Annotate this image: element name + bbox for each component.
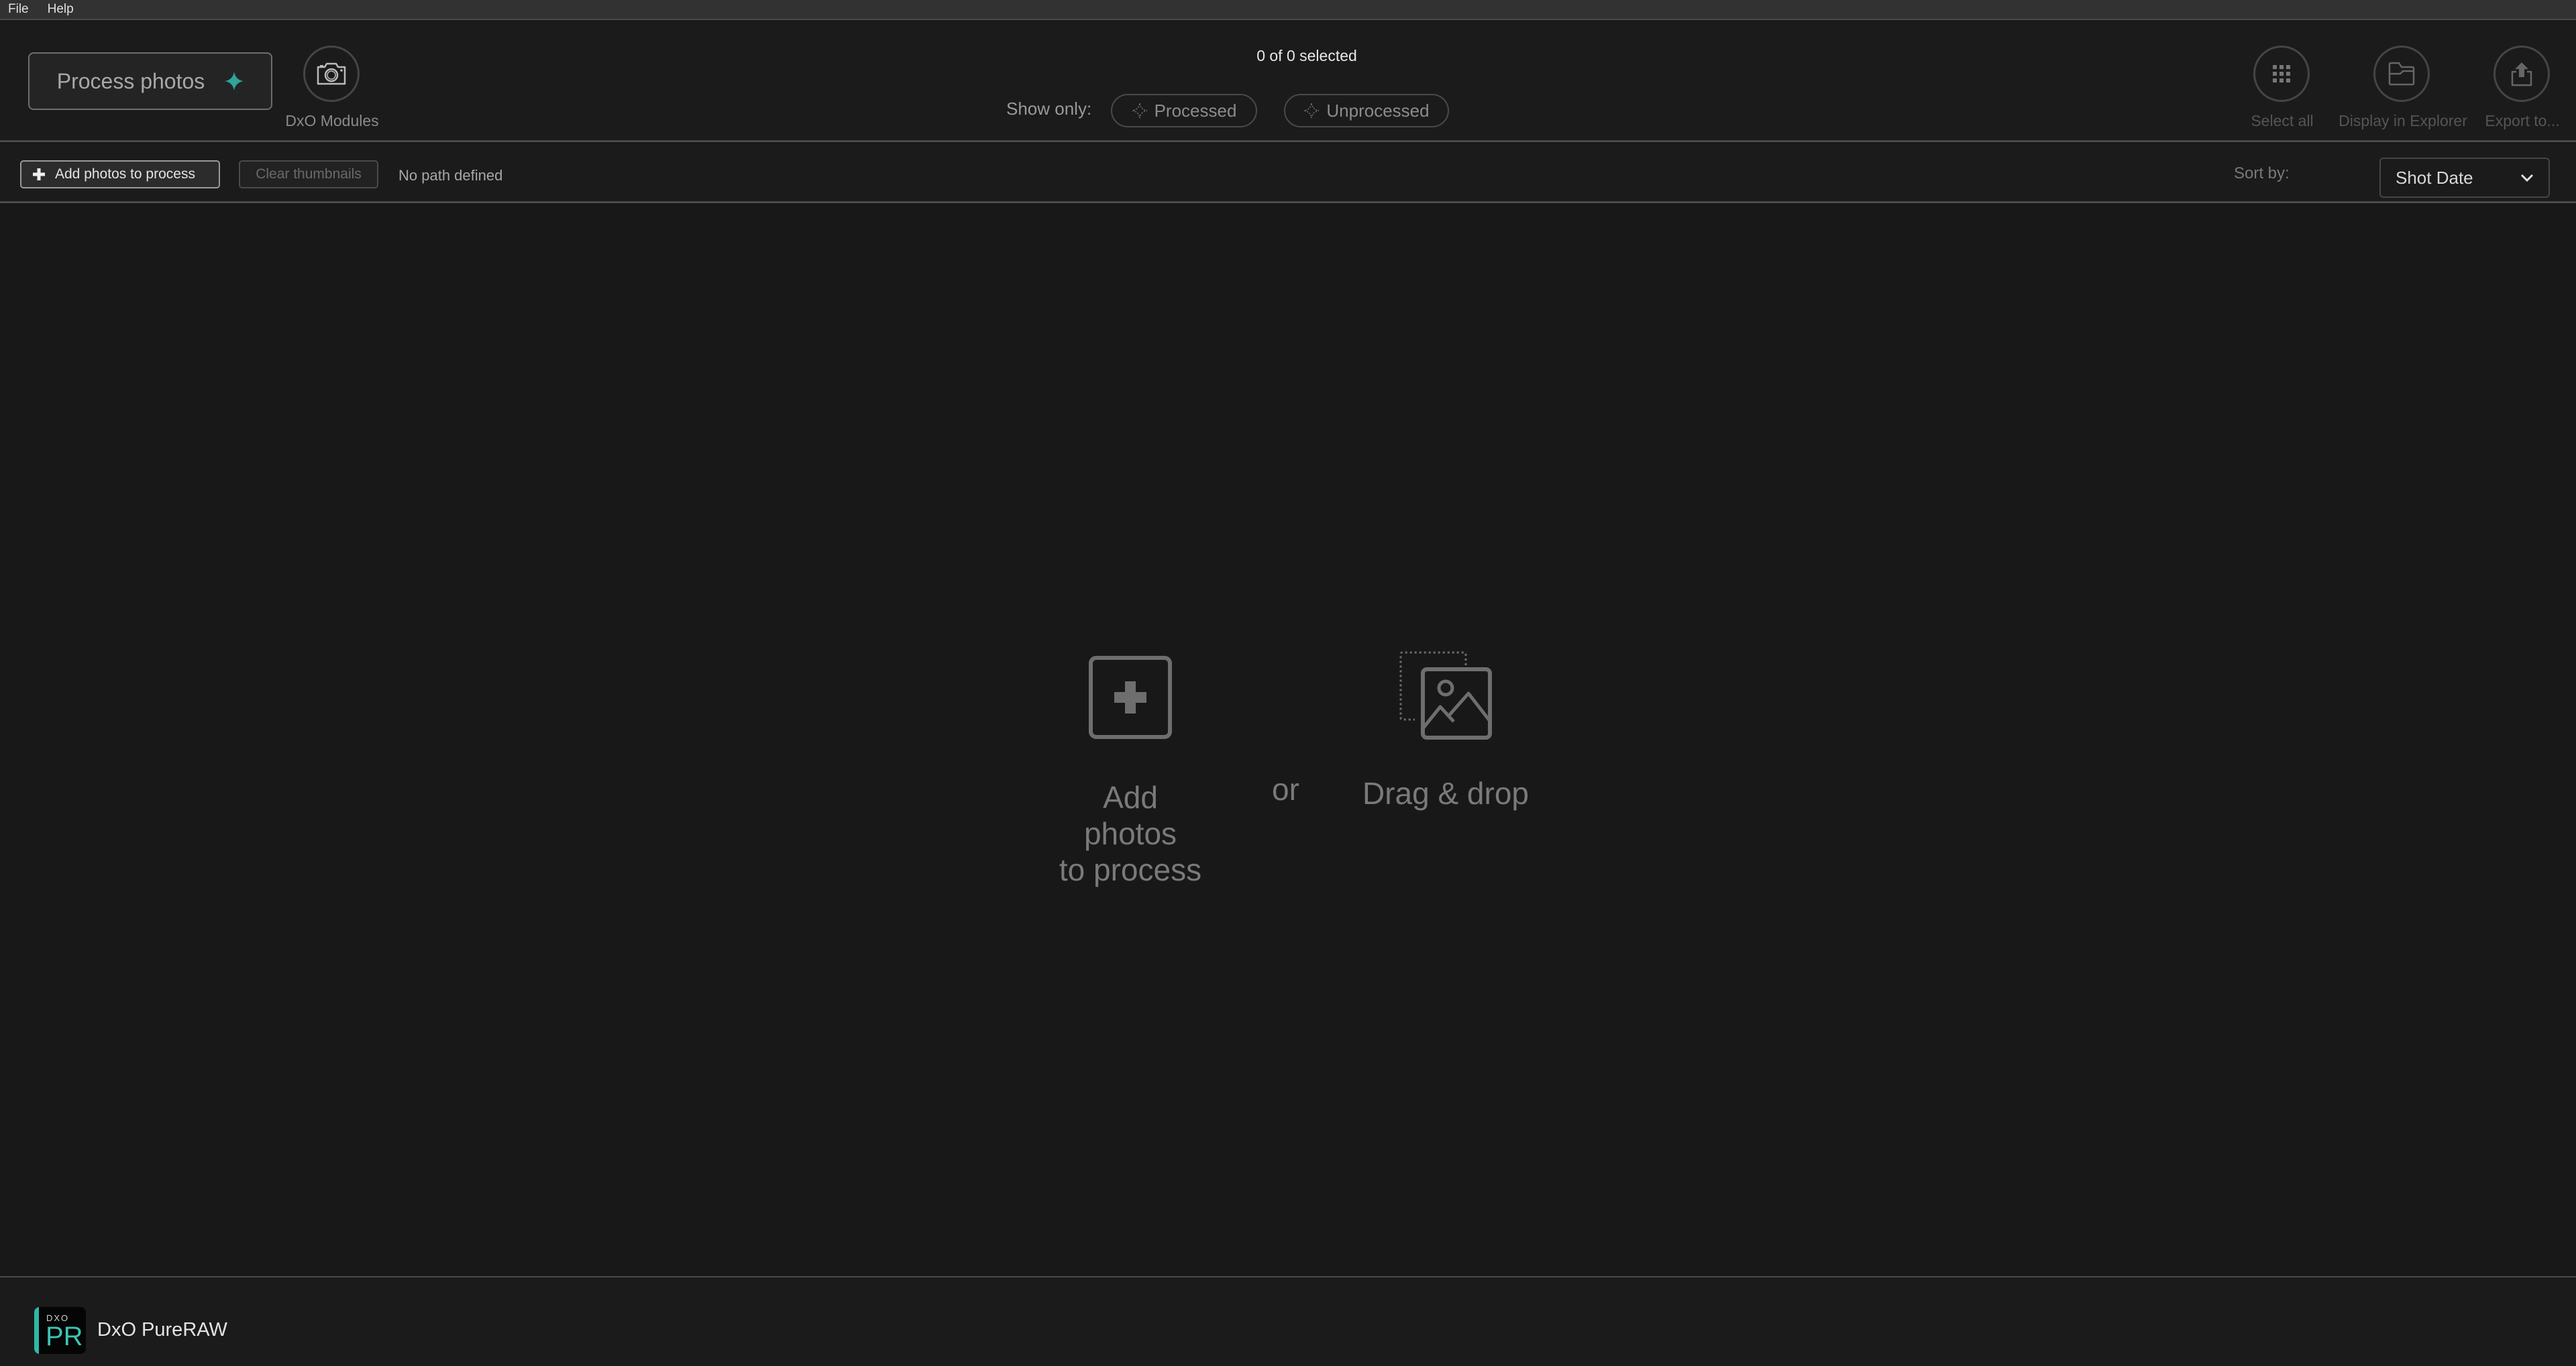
add-photos-label: Add photos to process	[55, 166, 195, 182]
export-icon	[2511, 62, 2532, 87]
process-photos-label: Process photos	[56, 68, 205, 93]
show-only-label: Show only:	[1006, 99, 1092, 119]
drag-drop-image-icon	[1399, 651, 1492, 740]
filter-unprocessed-label: Unprocessed	[1326, 100, 1430, 121]
export-to-button[interactable]	[2493, 46, 2550, 102]
logo-accent-bar	[34, 1307, 39, 1354]
sparkle-outline-icon	[1132, 103, 1147, 119]
plus-icon	[33, 168, 45, 180]
display-in-explorer-label: Display in Explorer	[2339, 112, 2467, 129]
empty-add-text: Add photos to process	[1053, 779, 1208, 888]
filter-unprocessed-button[interactable]: Unprocessed	[1284, 94, 1449, 127]
app-name: DxO PureRAW	[97, 1319, 227, 1341]
path-text: No path defined	[398, 167, 503, 184]
dxo-modules-label: DxO Modules	[285, 112, 379, 129]
folder-icon	[2388, 62, 2415, 86]
select-all-label: Select all	[2251, 112, 2314, 129]
drag-drop-zone: Drag & drop	[1362, 650, 1529, 811]
select-all-button[interactable]	[2253, 46, 2310, 102]
sort-by-select[interactable]: Shot Date	[2379, 158, 2550, 198]
display-in-explorer-button[interactable]	[2373, 46, 2430, 102]
add-photos-button[interactable]: Add photos to process	[20, 160, 220, 188]
app-logo: DXO PR	[34, 1307, 86, 1354]
camera-icon	[317, 62, 346, 85]
process-photos-button[interactable]: Process photos	[28, 52, 272, 110]
dxo-modules-button[interactable]	[303, 46, 360, 102]
clear-thumbnails-button[interactable]: Clear thumbnails	[239, 160, 378, 188]
sort-by-label: Sort by:	[2234, 164, 2290, 182]
grid-icon	[2273, 65, 2290, 82]
logo-pr-text: PR	[46, 1322, 83, 1351]
export-to-label: Export to...	[2485, 112, 2560, 129]
add-file-icon	[1089, 656, 1172, 739]
sparkle-outline-icon	[1304, 103, 1320, 119]
menu-file[interactable]: File	[8, 2, 29, 17]
sort-by-value: Shot Date	[2396, 167, 2473, 188]
empty-add-line2: to process	[1059, 852, 1202, 887]
filter-processed-label: Processed	[1154, 100, 1237, 121]
chevron-down-icon	[2520, 174, 2534, 182]
or-separator: or	[1272, 772, 1299, 807]
header-toolbar: Process photos DxO Modules 0 of 0 select…	[0, 21, 2576, 142]
sparkle-icon	[225, 72, 244, 91]
empty-add-line1: Add photos	[1083, 780, 1177, 851]
footer: DXO PR DxO PureRAW	[0, 1276, 2576, 1366]
secondary-toolbar: Add photos to process Clear thumbnails N…	[0, 144, 2576, 203]
menu-help[interactable]: Help	[48, 2, 74, 17]
menu-bar: File Help	[0, 0, 2576, 20]
drag-drop-text: Drag & drop	[1362, 776, 1529, 811]
selected-count: 0 of 0 selected	[1256, 47, 1357, 64]
filter-processed-button[interactable]: Processed	[1111, 94, 1257, 127]
photo-grid-area[interactable]: Add photos to process or Drag & drop	[0, 205, 2576, 1275]
empty-add-photos-button[interactable]: Add photos to process	[1053, 656, 1208, 888]
